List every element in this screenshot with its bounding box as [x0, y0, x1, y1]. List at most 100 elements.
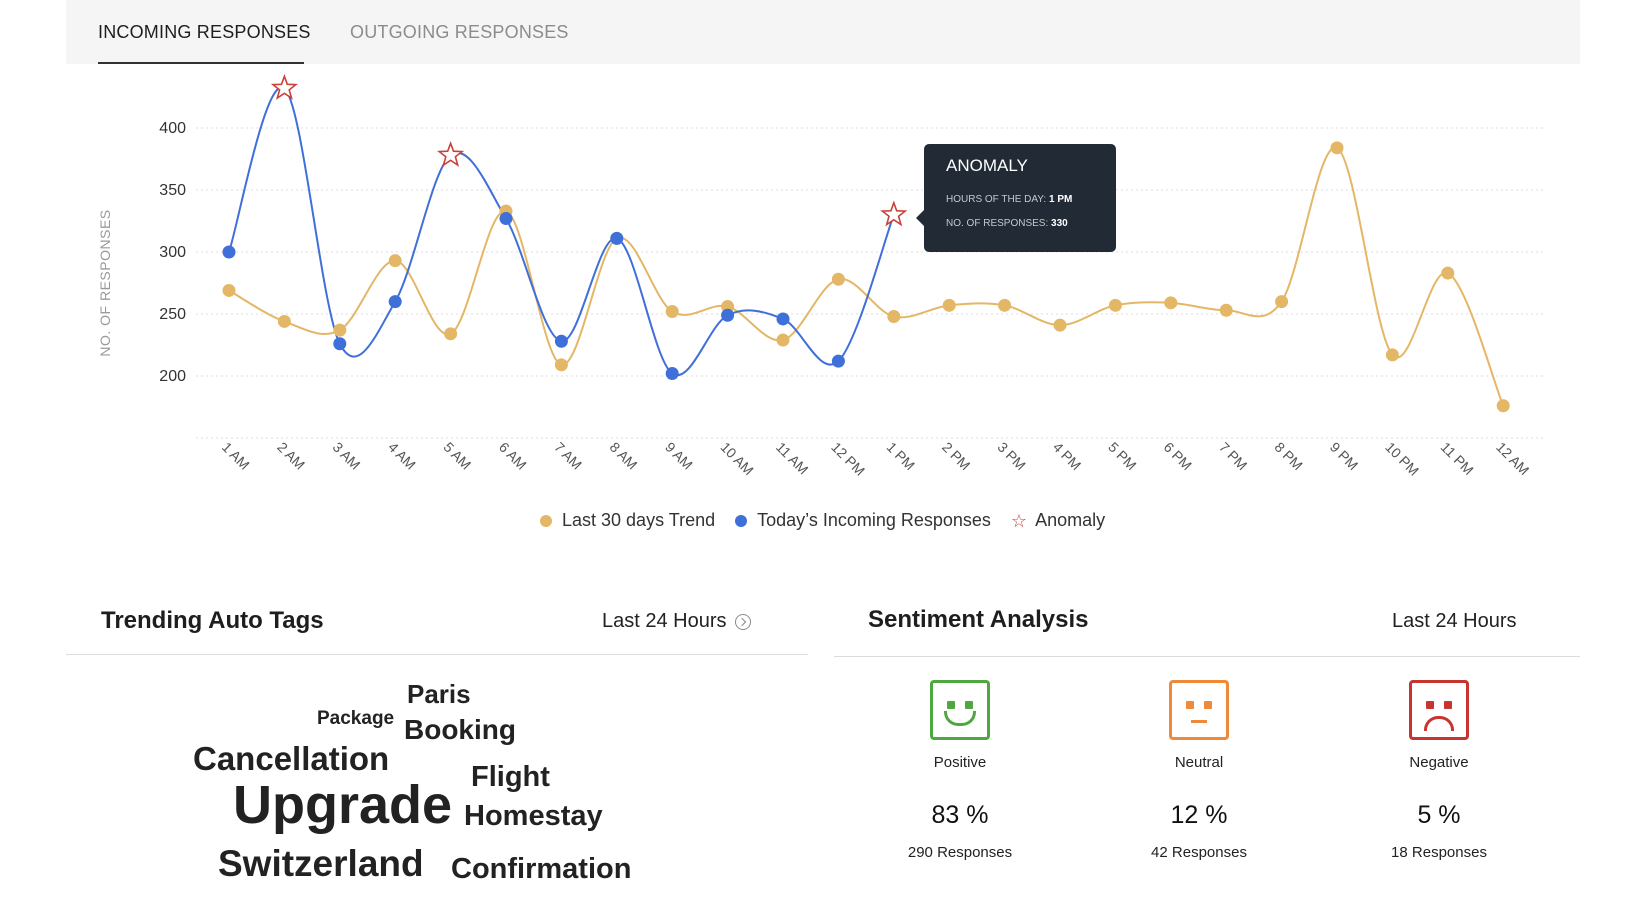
- x-tick-label: 6 PM: [1161, 439, 1195, 473]
- tooltip-title: ANOMALY: [946, 156, 1028, 175]
- star-icon: ☆: [1010, 510, 1028, 531]
- trend-point: [222, 283, 236, 297]
- eye: [965, 701, 973, 709]
- trend-point: [665, 305, 679, 319]
- today-point: [222, 245, 236, 259]
- tag-paris[interactable]: Paris: [407, 681, 471, 707]
- trend-point: [1385, 348, 1399, 362]
- trend-point: [444, 327, 458, 341]
- eye: [1426, 701, 1434, 709]
- smiley-face-icon: [930, 680, 990, 740]
- tag-flight[interactable]: Flight: [471, 763, 550, 792]
- x-tick-label: 11 PM: [1438, 439, 1477, 478]
- legend-anomaly-label: Anomaly: [1035, 510, 1106, 530]
- x-tick-label: 7 AM: [551, 439, 585, 473]
- x-tick-label: 8 PM: [1271, 439, 1305, 473]
- sentiment-analysis-title: Sentiment Analysis: [868, 606, 1089, 633]
- trending-tags-title: Trending Auto Tags: [101, 607, 324, 634]
- legend-item-today[interactable]: Today’s Incoming Responses: [735, 510, 991, 531]
- sentiment-label: Positive: [933, 754, 987, 771]
- sentiment-count: 290 Responses: [907, 844, 1013, 861]
- tag-homestay[interactable]: Homestay: [464, 802, 603, 831]
- trend-point: [1496, 399, 1510, 413]
- sentiment-count: 42 Responses: [1151, 844, 1247, 861]
- tag-package[interactable]: Package: [317, 709, 394, 728]
- sentiment-positive: Positive 83 % 290 Responses: [880, 680, 1040, 861]
- today-point: [333, 337, 347, 351]
- x-tick-label: 5 PM: [1105, 439, 1139, 473]
- sad-face-icon: [1409, 680, 1469, 740]
- neutral-face-icon: [1169, 680, 1229, 740]
- x-tick-label: 10 AM: [717, 439, 756, 478]
- sentiment-negative: Negative 5 % 18 Responses: [1359, 680, 1519, 861]
- legend-item-anomaly[interactable]: ☆ Anomaly: [1011, 510, 1105, 531]
- tags-divider: [66, 654, 808, 655]
- trend-point: [1053, 318, 1067, 332]
- y-tick-label: 250: [159, 306, 186, 323]
- tab-incoming-responses[interactable]: INCOMING RESPONSES: [98, 22, 311, 43]
- trend-point: [1108, 298, 1122, 312]
- trend-point: [1164, 296, 1178, 310]
- today-point: [610, 231, 624, 245]
- trend-point: [1275, 295, 1289, 309]
- anomaly-star-icon: [880, 200, 908, 227]
- legend-trend-dot: [540, 514, 552, 527]
- tag-cancellation[interactable]: Cancellation: [193, 742, 389, 775]
- responses-line-chart: 200 250 300 350 400 NO. OF RESPONSES 1 AM 2 AM 3…: [97, 73, 1546, 479]
- legend-item-trend[interactable]: Last 30 days Trend: [540, 510, 715, 531]
- trend-point: [776, 333, 790, 347]
- y-tick-label: 400: [159, 120, 186, 137]
- x-tick-label: 2 PM: [939, 439, 973, 473]
- trend-point: [831, 272, 845, 286]
- tag-upgrade[interactable]: Upgrade: [233, 778, 452, 832]
- mouth: [944, 711, 976, 726]
- tooltip-count: NO. OF RESPONSES: 330: [946, 218, 1068, 229]
- today-point: [499, 212, 513, 226]
- trend-point: [998, 298, 1012, 312]
- today-point: [831, 354, 845, 368]
- eye: [1444, 701, 1452, 709]
- y-axis-title: NO. OF RESPONSES: [97, 209, 113, 356]
- x-tick-label: 3 AM: [330, 439, 364, 473]
- sentiment-percent: 5 %: [1417, 801, 1461, 829]
- mouth: [1424, 716, 1454, 731]
- trend-point: [1330, 141, 1344, 155]
- sentiment-percent: 12 %: [1170, 801, 1228, 829]
- y-tick-label: 300: [159, 244, 186, 261]
- tag-confirmation[interactable]: Confirmation: [451, 855, 631, 884]
- tag-booking[interactable]: Booking: [404, 716, 516, 744]
- x-tick-label: 12 PM: [828, 439, 868, 479]
- trend-point: [1219, 303, 1233, 317]
- mouth: [1191, 720, 1207, 723]
- sentiment-count: 18 Responses: [1391, 844, 1487, 861]
- trend-point: [388, 254, 402, 268]
- sentiment-period-selector[interactable]: Last 24 Hours: [1392, 610, 1517, 633]
- trend-point: [333, 323, 347, 337]
- x-tick-label: 5 AM: [440, 439, 474, 473]
- x-tick-label: 2 AM: [274, 439, 308, 473]
- tags-period-selector[interactable]: Last 24 Hours: [602, 610, 751, 633]
- today-point: [665, 367, 679, 381]
- x-tick-label: 1 PM: [884, 439, 918, 473]
- x-tick-label: 1 AM: [219, 439, 253, 473]
- tag-switzerland[interactable]: Switzerland: [218, 845, 424, 882]
- x-tick-label: 9 PM: [1327, 439, 1361, 473]
- x-tick-label: 8 AM: [607, 439, 641, 473]
- sentiment-percent: 83 %: [931, 801, 989, 829]
- tab-outgoing-responses[interactable]: OUTGOING RESPONSES: [350, 22, 569, 43]
- sentiment-divider: [834, 656, 1580, 657]
- eye: [1186, 701, 1194, 709]
- y-tick-label: 200: [159, 368, 186, 385]
- legend-today-label: Today’s Incoming Responses: [757, 510, 991, 530]
- today-point: [388, 295, 402, 309]
- y-tick-label: 350: [159, 182, 186, 199]
- tooltip-pointer: [916, 210, 924, 226]
- trend-point: [1441, 266, 1455, 280]
- legend-trend-label: Last 30 days Trend: [562, 510, 716, 530]
- chart-legend: Last 30 days Trend Today’s Incoming Resp…: [540, 510, 1125, 531]
- today-point: [721, 308, 735, 322]
- x-tick-label: 10 PM: [1382, 439, 1422, 479]
- anomaly-star-icon: [270, 73, 298, 100]
- x-tick-label: 11 AM: [773, 439, 812, 478]
- eye: [947, 701, 955, 709]
